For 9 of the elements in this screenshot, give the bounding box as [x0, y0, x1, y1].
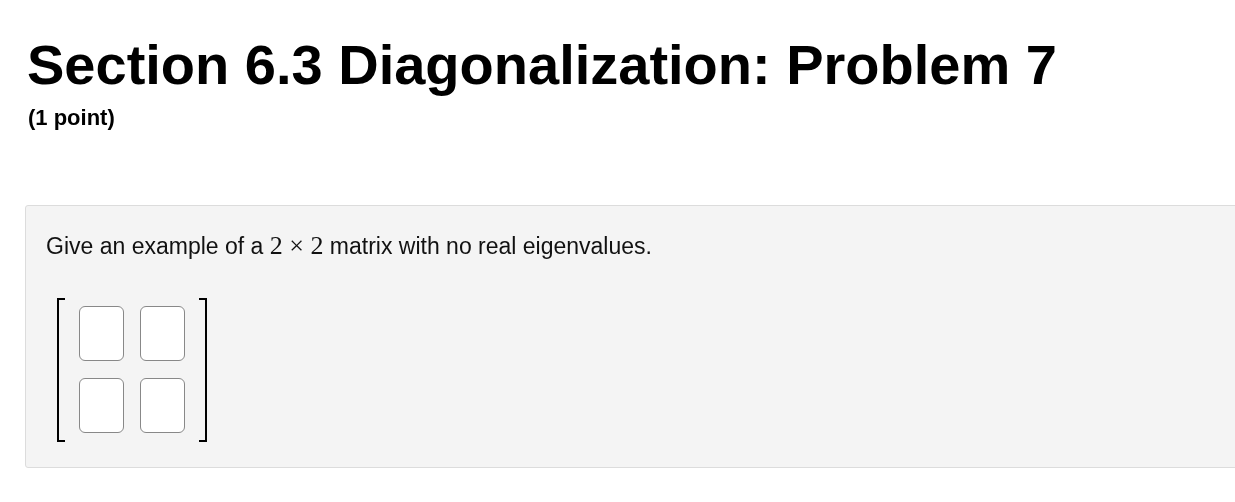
left-bracket-icon [57, 298, 65, 442]
answer-field[interactable] [140, 378, 185, 433]
answer-field[interactable] [79, 306, 124, 361]
answer-field[interactable] [140, 306, 185, 361]
problem-statement: Give an example of a 2 × 2 matrix with no real eigenvalues. [46, 231, 653, 261]
problem-title: Section 6.3 Diagonalization: Problem 7 [27, 32, 1058, 98]
points-label: (1 point) [28, 104, 116, 132]
answer-field[interactable] [79, 378, 124, 433]
right-bracket-icon [199, 298, 207, 442]
